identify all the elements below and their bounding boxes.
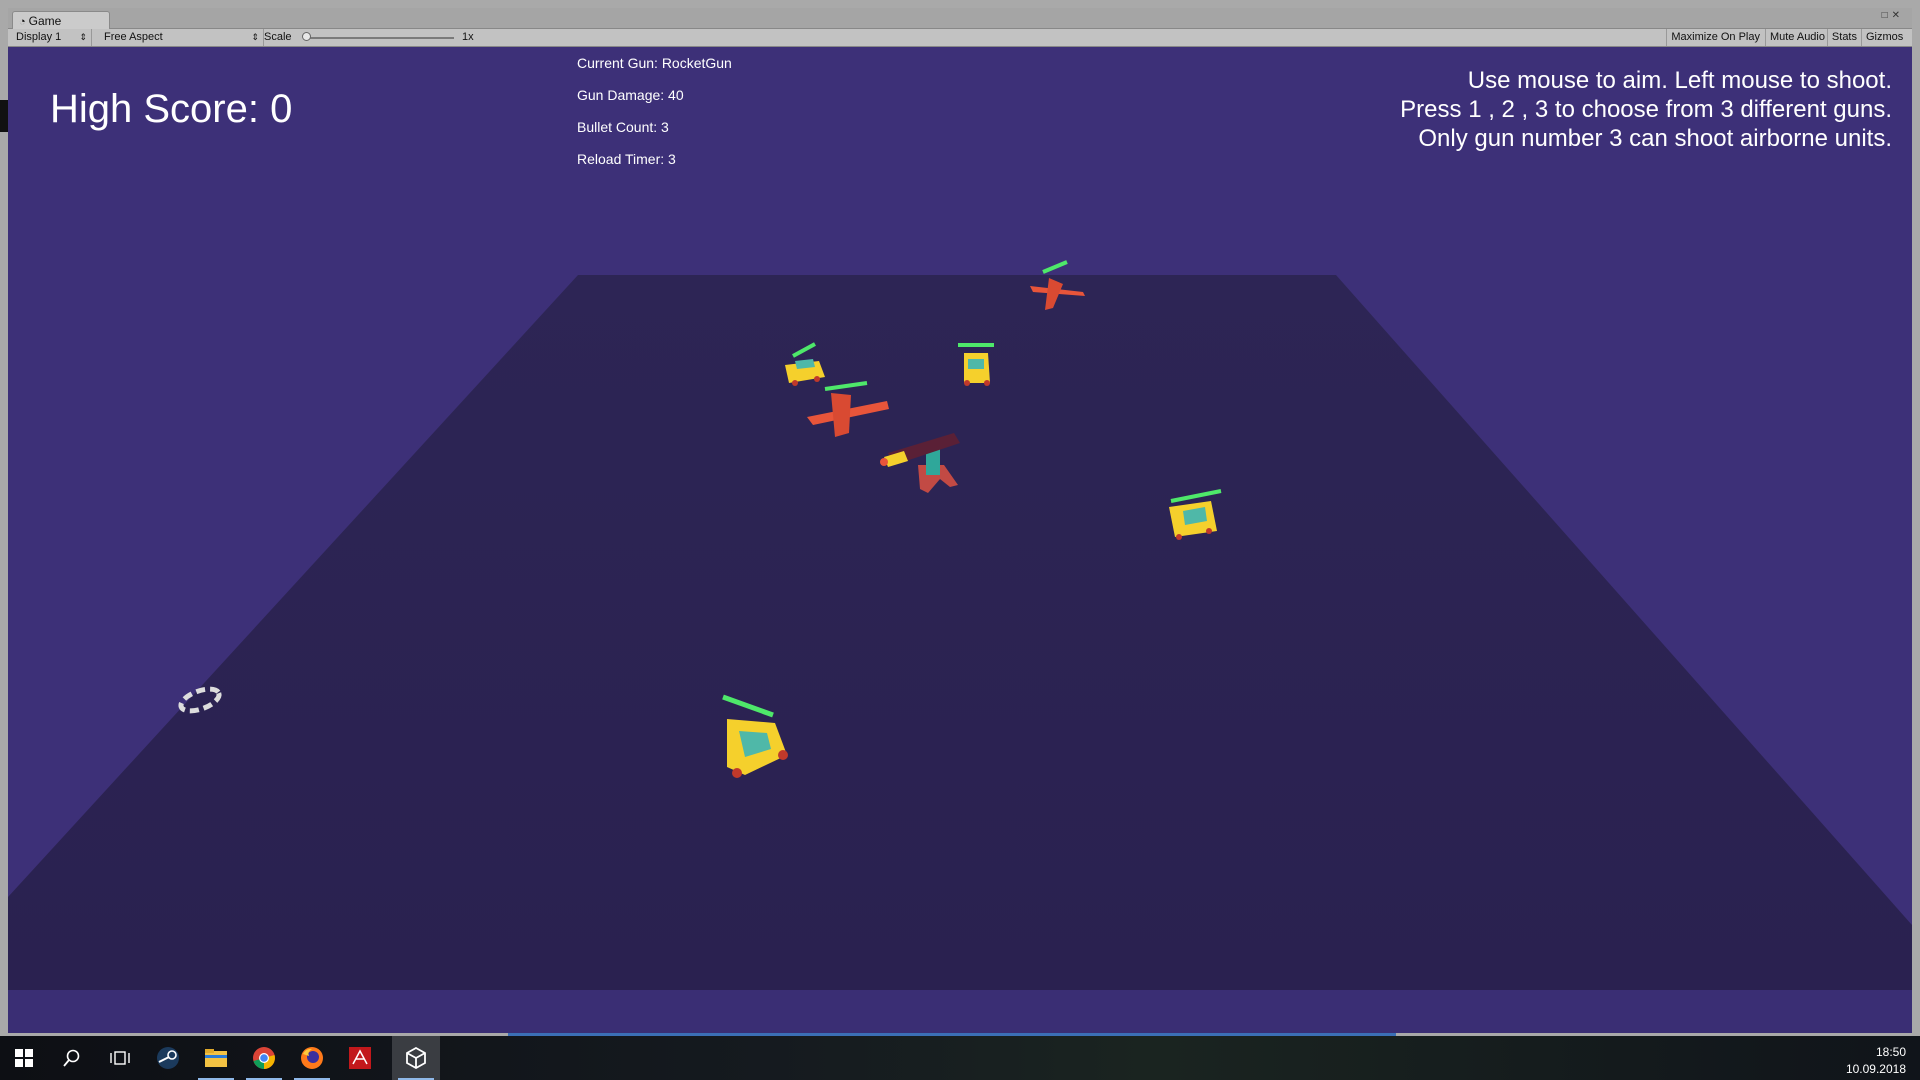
instruction-line: Press 1 , 2 , 3 to choose from 3 differe… — [1400, 96, 1892, 123]
bullet-count: Bullet Count: 3 — [577, 119, 669, 135]
gun-damage: Gun Damage: 40 — [577, 87, 684, 103]
unity-icon[interactable] — [392, 1036, 440, 1080]
system-clock[interactable]: 18:50 10.09.2018 — [1846, 1044, 1906, 1078]
dropdown-arrow-icon: ⇕ — [251, 32, 259, 42]
clock-time: 18:50 — [1875, 1045, 1906, 1059]
tab-game-label: Game — [28, 14, 62, 28]
unity-editor: ◔ Game □✕ Display 1 ⇕ Free Aspect ⇕ Scale 1… — [0, 0, 1920, 1036]
close-icon[interactable]: ✕ — [1892, 10, 1904, 21]
tab-bar: ◔ Game □✕ — [8, 8, 1912, 30]
gizmos-dropdown[interactable]: Gizmos ▾ — [1861, 29, 1912, 60]
high-score: High Score: 0 — [50, 87, 293, 131]
instruction-line: Use mouse to aim. Left mouse to shoot. — [1467, 67, 1892, 94]
windows-taskbar: 18:50 10.09.2018 — [0, 1036, 1920, 1080]
game-toolbar: Display 1 ⇕ Free Aspect ⇕ Scale 1x Maximiz… — [8, 29, 1912, 60]
chrome-icon[interactable] — [240, 1036, 288, 1080]
reload-timer: Reload Timer: 3 — [577, 151, 676, 167]
mute-audio-button[interactable]: Mute Audio — [1764, 29, 1829, 46]
task-view-icon[interactable] — [96, 1036, 144, 1080]
game-scene — [8, 260, 1912, 1033]
scale-label: Scale — [264, 31, 292, 43]
windows-start-icon[interactable] — [0, 1036, 48, 1080]
tab-game[interactable]: ◔ Game — [12, 11, 110, 30]
restore-icon[interactable]: □ — [1882, 10, 1892, 21]
maximize-on-play-button[interactable]: Maximize On Play — [1666, 29, 1764, 46]
game-view[interactable]: High Score: 0 Current Gun: RocketGun Gun… — [8, 47, 1912, 1033]
current-gun: Current Gun: RocketGun — [577, 55, 732, 71]
acrobat-icon[interactable] — [336, 1036, 384, 1080]
steam-icon[interactable] — [144, 1036, 192, 1080]
ground-plane — [8, 275, 1912, 990]
firefox-icon[interactable] — [288, 1036, 336, 1080]
aspect-dropdown[interactable]: Free Aspect ⇕ — [98, 29, 264, 46]
scale-slider-track[interactable] — [304, 37, 454, 39]
instructions: Use mouse to aim. Left mouse to shoot. P… — [1400, 66, 1892, 153]
display-dropdown[interactable]: Display 1 ⇕ — [10, 29, 92, 46]
stats-button[interactable]: Stats — [1826, 29, 1861, 46]
search-icon[interactable] — [48, 1036, 96, 1080]
scale-value: 1x — [462, 31, 474, 43]
scale-slider-knob[interactable] — [302, 32, 311, 41]
instruction-line: Only gun number 3 can shoot airborne uni… — [1418, 125, 1892, 152]
display-value: Display 1 — [16, 31, 62, 43]
left-edge-panel — [0, 100, 8, 132]
gizmos-label: Gizmos — [1866, 31, 1904, 43]
aspect-value: Free Aspect — [104, 31, 163, 43]
window-controls[interactable]: □✕ — [1882, 10, 1904, 21]
file-explorer-icon[interactable] — [192, 1036, 240, 1080]
dropdown-arrow-icon: ⇕ — [79, 32, 87, 42]
ground-strip — [8, 990, 1912, 1033]
clock-date: 10.09.2018 — [1845, 1062, 1906, 1076]
